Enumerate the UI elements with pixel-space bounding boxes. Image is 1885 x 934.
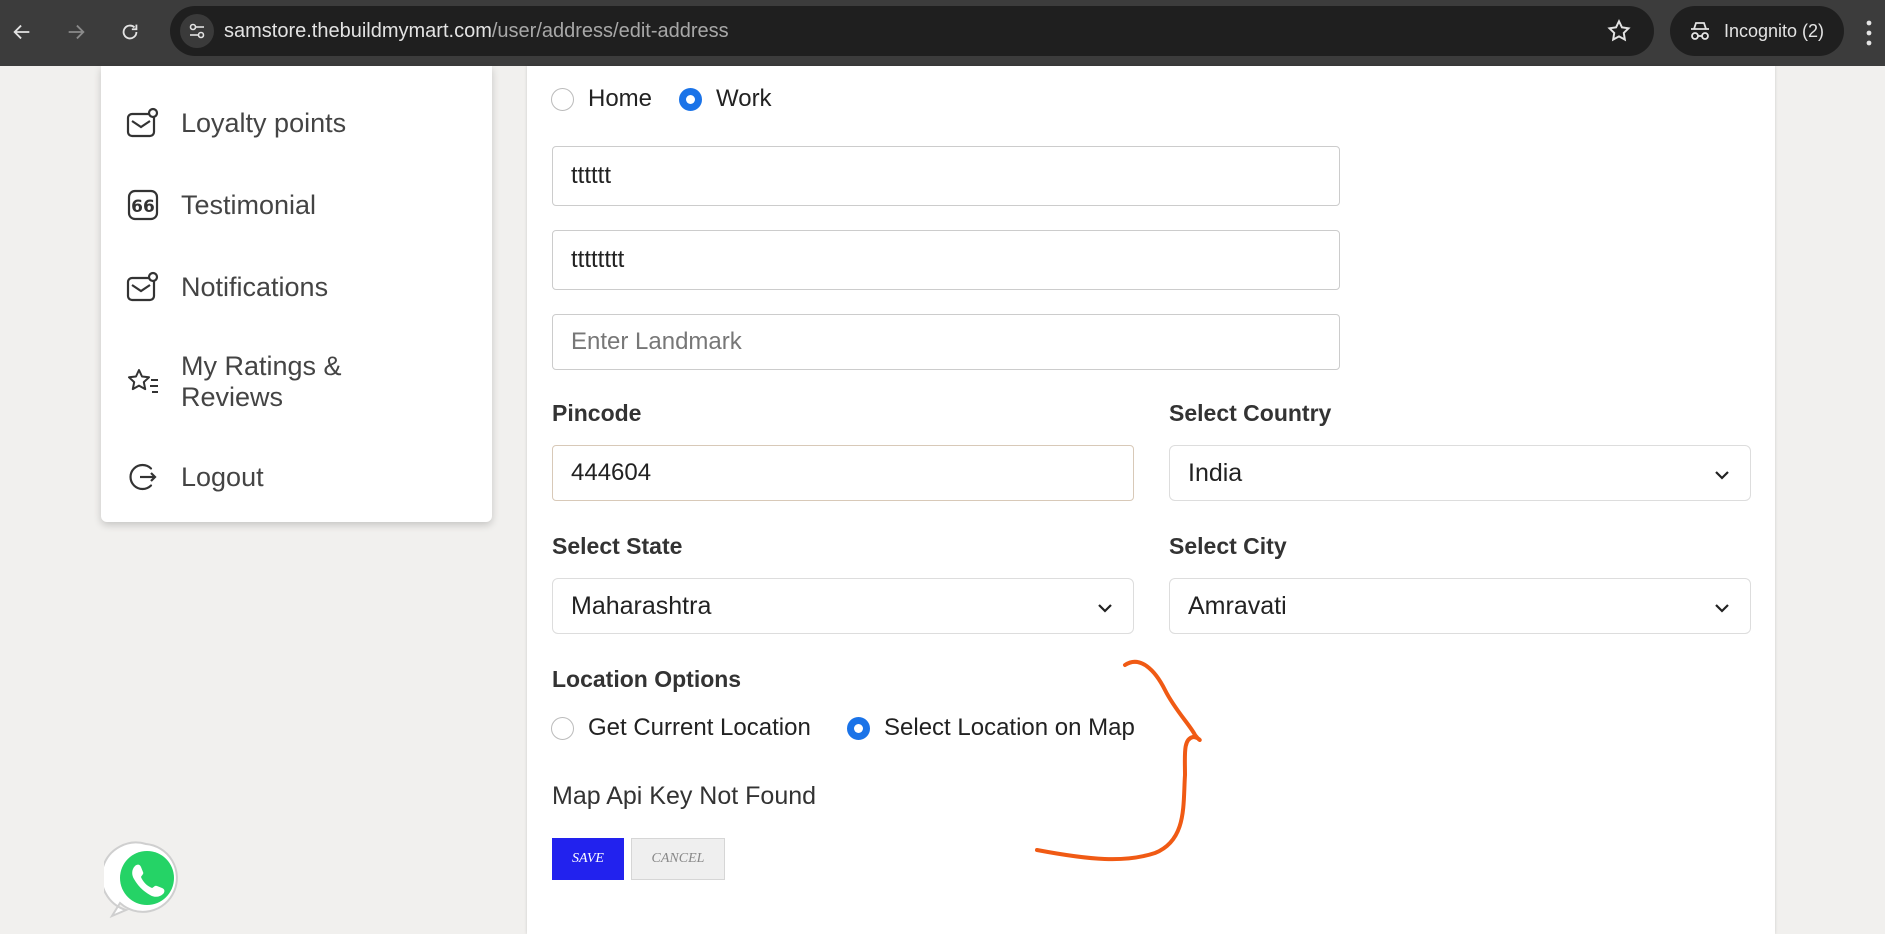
logout-icon xyxy=(129,463,157,491)
sidebar-item-logout[interactable]: Logout xyxy=(125,459,411,495)
radio-select-on-map[interactable] xyxy=(847,716,870,740)
city-label: Select City xyxy=(1169,533,1287,559)
mail-badge-icon xyxy=(126,271,159,302)
state-label: Select State xyxy=(552,533,683,559)
state-value: Maharashtra xyxy=(571,591,712,620)
map-api-message: Map Api Key Not Found xyxy=(552,782,817,810)
radio-current-location-label: Get Current Location xyxy=(588,714,811,741)
sidebar-item-testimonial[interactable]: 66 Testimonial xyxy=(125,187,411,223)
address-type-work[interactable]: Work xyxy=(679,85,772,113)
arrow-right-icon xyxy=(68,24,85,40)
address-line1-input[interactable]: tttttt xyxy=(552,146,1340,206)
star-list-icon xyxy=(128,369,158,393)
city-select[interactable]: Amravati xyxy=(1169,578,1751,634)
account-sidebar: Loyalty points 66 Testimonial Notificati… xyxy=(101,66,492,522)
location-option-map[interactable]: Select Location on Map xyxy=(847,714,1135,742)
quote-icon: 66 xyxy=(127,189,159,221)
country-value: India xyxy=(1188,458,1243,487)
country-select[interactable]: India xyxy=(1169,445,1751,501)
location-option-current[interactable]: Get Current Location xyxy=(551,714,811,742)
bookmark-star-icon[interactable] xyxy=(1606,18,1632,44)
svg-text:66: 66 xyxy=(131,197,155,217)
radio-home[interactable] xyxy=(551,87,574,111)
chevron-down-icon xyxy=(1715,471,1729,480)
address-line2-value: tttttttt xyxy=(571,246,625,273)
browser-toolbar: samstore.thebuildmymart.com/user/address… xyxy=(0,0,1885,66)
forward-button[interactable] xyxy=(58,14,94,50)
pincode-value: 444604 xyxy=(571,459,652,486)
mail-badge-icon xyxy=(126,107,159,138)
chevron-down-icon xyxy=(1098,604,1112,613)
cancel-button[interactable]: CANCEL xyxy=(631,838,725,880)
arrow-left-icon xyxy=(13,24,30,40)
reload-icon xyxy=(122,24,138,40)
url-text: samstore.thebuildmymart.com/user/address… xyxy=(224,20,729,43)
pincode-input[interactable]: 444604 xyxy=(552,445,1134,501)
chevron-down-icon xyxy=(1715,604,1729,613)
save-button[interactable]: SAVE xyxy=(552,838,624,880)
radio-current-location[interactable] xyxy=(551,716,574,740)
site-settings-icon[interactable] xyxy=(180,14,214,48)
landmark-input[interactable]: Enter Landmark xyxy=(552,314,1340,370)
radio-home-label: Home xyxy=(588,85,653,112)
url-host: samstore.thebuildmymart.com xyxy=(224,20,492,42)
sidebar-item-notifications[interactable]: Notifications xyxy=(125,269,411,305)
back-button[interactable] xyxy=(4,14,40,50)
sidebar-item-label: Testimonial xyxy=(181,189,317,220)
city-value: Amravati xyxy=(1188,591,1287,620)
location-options-label: Location Options xyxy=(552,666,742,692)
radio-work[interactable] xyxy=(679,87,702,111)
pincode-label: Pincode xyxy=(552,400,642,426)
state-select[interactable]: Maharashtra xyxy=(552,578,1134,634)
whatsapp-icon[interactable] xyxy=(104,838,188,922)
sidebar-item-label: My Ratings & Reviews xyxy=(181,351,342,412)
incognito-icon xyxy=(1691,22,1709,40)
url-path: /user/address/edit-address xyxy=(491,20,729,42)
landmark-placeholder: Enter Landmark xyxy=(571,328,742,355)
sidebar-item-label: Notifications xyxy=(181,271,329,302)
address-bar[interactable]: samstore.thebuildmymart.com/user/address… xyxy=(170,6,1654,56)
incognito-label: Incognito (2) xyxy=(1724,20,1825,41)
radio-work-label: Work xyxy=(716,85,772,112)
radio-select-on-map-label: Select Location on Map xyxy=(884,714,1135,741)
sidebar-item-label: Logout xyxy=(181,461,264,492)
country-label: Select Country xyxy=(1169,400,1332,426)
edit-address-card: Home Work tttttt tttttttt Enter Landmark… xyxy=(527,66,1775,934)
incognito-button[interactable]: Incognito (2) xyxy=(1670,6,1844,56)
sidebar-item-loyalty-points[interactable]: Loyalty points xyxy=(125,105,411,141)
address-line2-input[interactable]: tttttttt xyxy=(552,230,1340,290)
reload-button[interactable] xyxy=(112,14,148,50)
sidebar-item-ratings-reviews[interactable]: My Ratings & Reviews xyxy=(125,351,411,413)
address-type-home[interactable]: Home xyxy=(551,85,652,113)
sidebar-item-label: Loyalty points xyxy=(181,107,347,138)
kebab-menu-icon[interactable] xyxy=(1866,18,1872,48)
address-line1-value: tttttt xyxy=(571,162,612,189)
